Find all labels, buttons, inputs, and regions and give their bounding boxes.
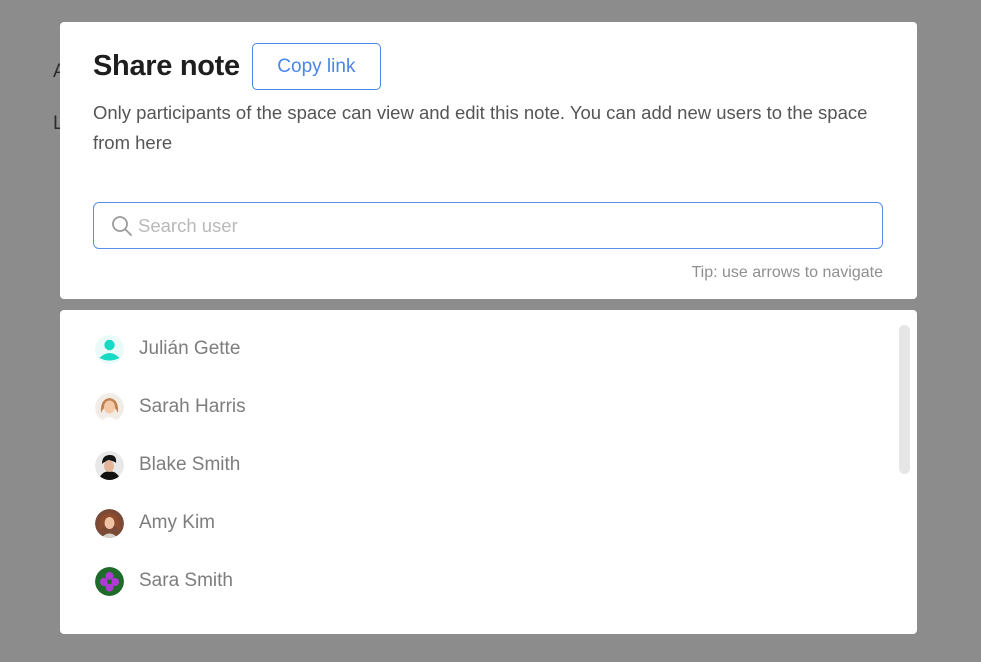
user-name: Sara Smith	[139, 570, 233, 591]
share-note-dialog: Share note Copy link Only participants o…	[60, 22, 917, 299]
list-item[interactable]: Sara Smith	[60, 552, 880, 610]
user-suggestion-list: Julián Gette Sarah Harris Blake Smith Am…	[60, 310, 917, 634]
user-name: Amy Kim	[139, 512, 215, 533]
avatar	[95, 508, 124, 538]
default-user-icon	[95, 334, 124, 364]
search-icon	[108, 212, 136, 240]
list-item[interactable]: Blake Smith	[60, 436, 880, 494]
dialog-title: Share note	[93, 50, 240, 82]
avatar	[95, 566, 124, 596]
avatar	[95, 450, 124, 480]
avatar	[95, 392, 124, 422]
copy-link-button[interactable]: Copy link	[251, 43, 381, 90]
list-item[interactable]: Sarah Harris	[60, 378, 880, 436]
search-user-field[interactable]	[93, 202, 883, 249]
navigation-tip: Tip: use arrows to navigate	[691, 264, 884, 281]
user-name: Sarah Harris	[139, 396, 246, 417]
dialog-header: Share note Copy link	[93, 43, 381, 90]
search-user-input[interactable]	[138, 203, 882, 248]
user-list: Julián Gette Sarah Harris Blake Smith Am…	[60, 320, 880, 610]
user-name: Blake Smith	[139, 454, 241, 475]
list-item[interactable]: Amy Kim	[60, 494, 880, 552]
user-name: Julián Gette	[139, 338, 241, 359]
list-scrollbar[interactable]	[899, 325, 910, 474]
dialog-description: Only participants of the space can view …	[93, 102, 868, 153]
list-item[interactable]: Julián Gette	[60, 320, 880, 378]
